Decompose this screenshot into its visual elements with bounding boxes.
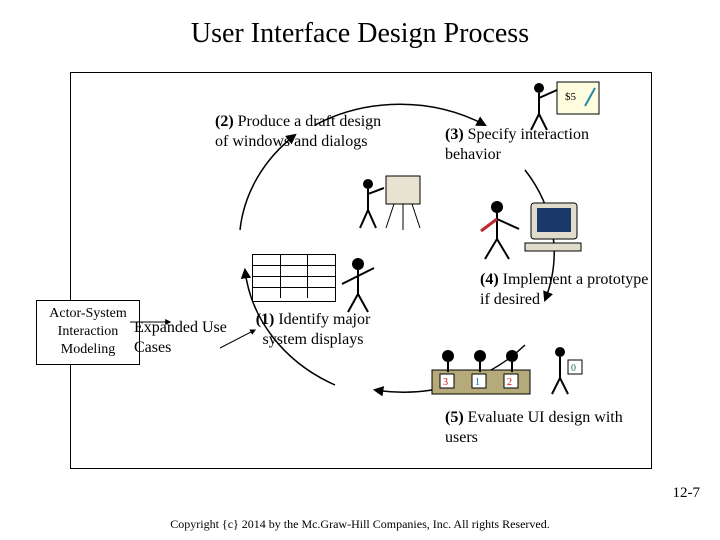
table-icon [252,254,336,302]
step-2-num: (2) [215,113,234,130]
step-5-text: Evaluate UI design with users [445,409,623,446]
step-4: (4) Implement a prototype if desired [480,270,650,310]
step-5: (5) Evaluate UI design with users [445,408,625,448]
step-4-text: Implement a prototype if desired [480,271,648,308]
input-box: Actor-System Interaction Modeling [36,300,140,365]
step-3-text: Specify interaction behavior [445,126,589,163]
step-3-num: (3) [445,126,464,143]
step-4-num: (4) [480,271,499,288]
slide-title: User Interface Design Process [0,18,720,50]
step-1: (1) Identify major system displays [238,310,388,350]
step-5-num: (5) [445,409,464,426]
step-1-num: (1) [256,311,275,328]
step-1-text: Identify major system displays [263,311,371,348]
page-number: 12-7 [673,485,701,502]
step-3: (3) Specify interaction behavior [445,125,625,165]
step-2-text: Produce a draft design of windows and di… [215,113,381,150]
copyright: Copyright {c} 2014 by the Mc.Graw-Hill C… [0,517,720,532]
step-2: (2) Produce a draft design of windows an… [215,112,385,152]
expanded-use-cases-label: Expanded Use Cases [134,318,244,358]
